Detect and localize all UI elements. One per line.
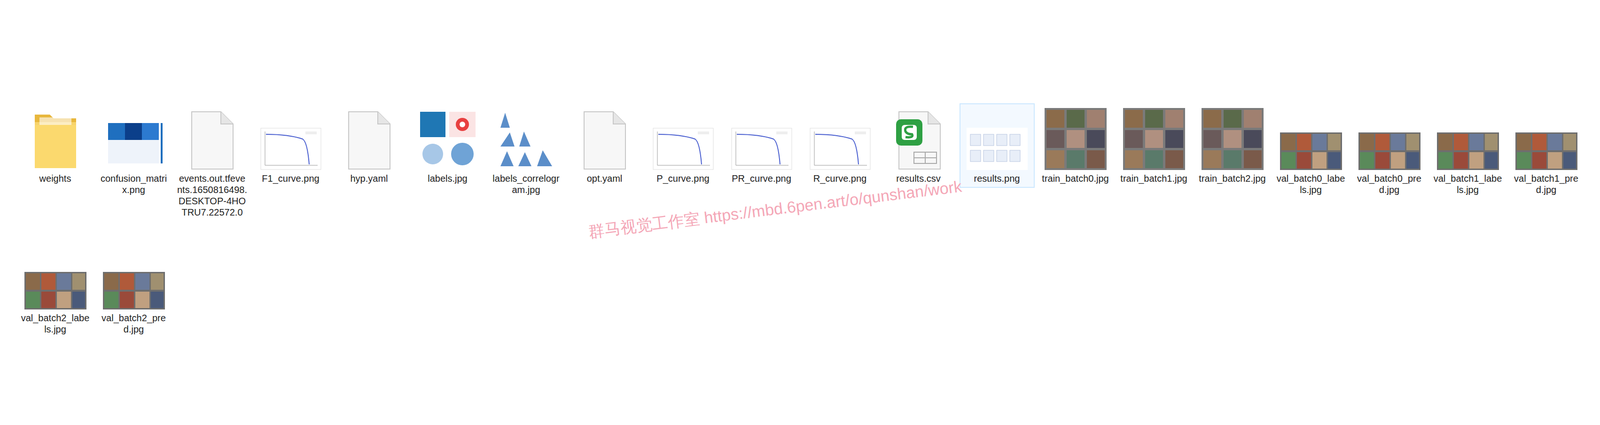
file-item[interactable]: val_batch2_labels.jpg: [15, 242, 95, 383]
file-name: train_batch1.jpg: [1118, 172, 1190, 185]
photo-wide-thumbnail-icon: [1280, 106, 1343, 171]
watermark: 群马视觉工作室 https://mbd.6pen.art/o/qunshan/w…: [587, 174, 964, 244]
file-explorer: weights confusion_matrix.png events.out.tf…: [0, 0, 1600, 425]
file-name: PR_curve.png: [726, 172, 797, 185]
file-item[interactable]: F1_curve.png: [251, 103, 330, 243]
file-thumbnail-icon: [346, 106, 392, 171]
file-name: opt.yaml: [569, 172, 640, 185]
file-name: R_curve.png: [804, 172, 876, 185]
file-tile[interactable]: R_curve.png: [802, 103, 878, 188]
file-tile[interactable]: results.png: [959, 103, 1035, 188]
file-item[interactable]: train_batch2.jpg: [1193, 103, 1272, 243]
file-item[interactable]: weights: [15, 103, 95, 243]
photo-wide-thumbnail-icon: [24, 245, 87, 310]
file-tile[interactable]: val_batch0_labels.jpg: [1273, 103, 1349, 200]
file-name: F1_curve.png: [255, 172, 327, 185]
folder-thumbnail-icon: [32, 106, 79, 171]
file-tile[interactable]: train_batch2.jpg: [1194, 103, 1271, 188]
file-tile[interactable]: labels_correlogram.jpg: [488, 103, 564, 200]
correlogram-thumbnail-icon: [495, 106, 557, 171]
file-item[interactable]: val_batch0_pred.jpg: [1350, 103, 1429, 243]
file-item[interactable]: val_batch1_pred.jpg: [1506, 103, 1586, 243]
file-item[interactable]: hyp.yaml: [329, 103, 409, 243]
file-tile[interactable]: P_curve.png: [645, 103, 721, 188]
file-tile[interactable]: opt.yaml: [567, 103, 643, 188]
file-item[interactable]: val_batch2_pred.jpg: [94, 242, 173, 383]
file-name: val_batch1_labels.jpg: [1432, 172, 1504, 196]
file-name: val_batch0_labels.jpg: [1275, 172, 1347, 196]
file-name: weights: [20, 172, 91, 185]
chart-thumbnail-icon: [731, 106, 793, 171]
file-tile[interactable]: val_batch2_labels.jpg: [17, 242, 94, 339]
file-name: P_curve.png: [647, 172, 719, 185]
file-name: results.csv: [883, 172, 954, 185]
plot-thumbnail-icon: [417, 106, 479, 171]
file-item[interactable]: train_batch0.jpg: [1036, 103, 1115, 243]
file-name: val_batch2_labels.jpg: [20, 312, 91, 336]
file-grid: weights confusion_matrix.png events.out.tf…: [0, 0, 1600, 383]
photo-thumbnail-icon: [1044, 106, 1107, 171]
file-name: hyp.yaml: [334, 172, 405, 185]
file-tile[interactable]: val_batch2_pred.jpg: [96, 242, 172, 339]
file-tile[interactable]: train_batch1.jpg: [1116, 103, 1192, 188]
file-item[interactable]: train_batch1.jpg: [1114, 103, 1194, 243]
file-item[interactable]: confusion_matrix.png: [94, 103, 173, 243]
file-name: labels.jpg: [412, 172, 484, 185]
file-item[interactable]: R_curve.png: [800, 103, 880, 243]
file-item[interactable]: val_batch0_labels.jpg: [1271, 103, 1351, 243]
file-item[interactable]: P_curve.png: [643, 103, 723, 243]
file-tile[interactable]: labels.jpg: [410, 103, 486, 188]
file-tile[interactable]: PR_curve.png: [724, 103, 800, 188]
file-tile[interactable]: events.out.tfevents.1650816498.DESKTOP-4…: [174, 103, 250, 222]
file-item[interactable]: opt.yaml: [565, 103, 644, 243]
spreadsheet-thumbnail-icon: [895, 106, 943, 171]
file-item[interactable]: labels.jpg: [408, 103, 487, 243]
photo-wide-thumbnail-icon: [102, 245, 165, 310]
file-tile[interactable]: hyp.yaml: [331, 103, 407, 188]
file-tile[interactable]: val_batch0_pred.jpg: [1351, 103, 1428, 200]
file-tile[interactable]: F1_curve.png: [253, 103, 329, 188]
file-tile[interactable]: val_batch1_pred.jpg: [1508, 103, 1585, 200]
chart-thumbnail-icon: [260, 106, 322, 171]
file-thumbnail-icon: [189, 106, 235, 171]
file-name: val_batch2_pred.jpg: [98, 312, 170, 336]
file-name: confusion_matrix.png: [98, 172, 170, 196]
file-tile[interactable]: results.csv: [881, 103, 957, 188]
file-item[interactable]: PR_curve.png: [722, 103, 801, 243]
file-name: labels_correlogram.jpg: [491, 172, 562, 196]
results-thumbnail-icon: [966, 106, 1028, 171]
file-name: val_batch0_pred.jpg: [1354, 172, 1425, 196]
file-tile[interactable]: train_batch0.jpg: [1038, 103, 1114, 188]
photo-wide-thumbnail-icon: [1436, 106, 1499, 171]
file-name: train_batch0.jpg: [1040, 172, 1111, 185]
file-item[interactable]: results.png: [957, 103, 1037, 243]
chart-thumbnail-icon: [809, 106, 871, 171]
file-item[interactable]: events.out.tfevents.1650816498.DESKTOP-4…: [172, 103, 252, 243]
photo-thumbnail-icon: [1201, 106, 1264, 171]
file-name: events.out.tfevents.1650816498.DESKTOP-4…: [177, 172, 248, 219]
photo-wide-thumbnail-icon: [1515, 106, 1578, 171]
file-tile[interactable]: weights: [17, 103, 94, 188]
file-item[interactable]: results.csv: [879, 103, 958, 243]
file-thumbnail-icon: [582, 106, 628, 171]
file-item[interactable]: val_batch1_labels.jpg: [1428, 103, 1507, 243]
photo-wide-thumbnail-icon: [1358, 106, 1421, 171]
file-name: results.png: [961, 172, 1033, 185]
photo-thumbnail-icon: [1123, 106, 1186, 171]
matrix-thumbnail-icon: [103, 106, 165, 171]
chart-thumbnail-icon: [652, 106, 714, 171]
file-name: val_batch1_pred.jpg: [1511, 172, 1582, 196]
file-name: train_batch2.jpg: [1197, 172, 1268, 185]
file-tile[interactable]: confusion_matrix.png: [96, 103, 172, 200]
file-tile[interactable]: val_batch1_labels.jpg: [1430, 103, 1506, 200]
file-item[interactable]: labels_correlogram.jpg: [486, 103, 566, 243]
